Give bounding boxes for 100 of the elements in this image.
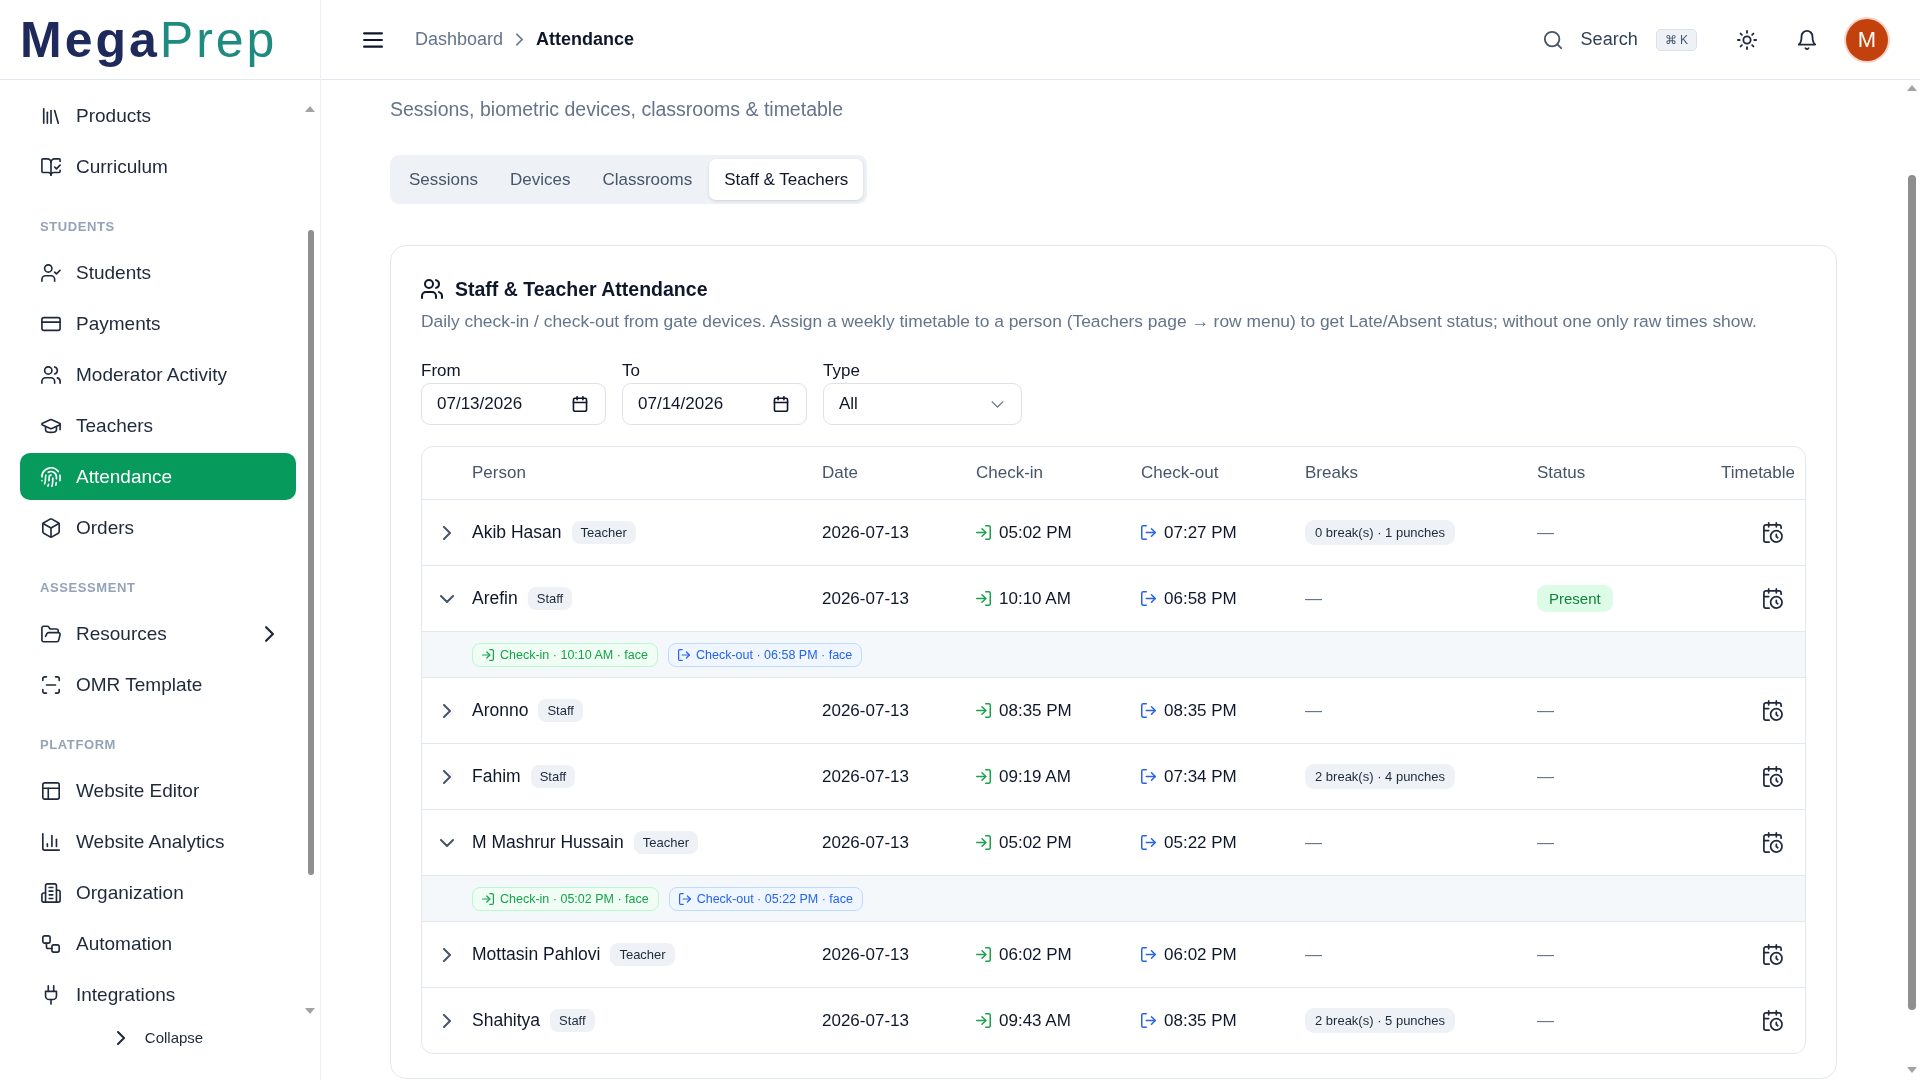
- sidebar-item[interactable]: Website Analytics: [20, 818, 296, 865]
- sidebar-item[interactable]: OMR Template: [20, 661, 296, 708]
- book-icon: [41, 156, 61, 177]
- chevron-right-icon[interactable]: [443, 525, 451, 540]
- fingerprint-icon: [41, 466, 61, 487]
- calendar-clock-icon[interactable]: [1762, 1010, 1783, 1031]
- page-subtitle: Sessions, biometric devices, classrooms & timetable: [390, 97, 844, 122]
- sidebar-item[interactable]: Moderator Activity: [20, 351, 296, 398]
- person-name: Akib Hasan: [472, 522, 562, 543]
- calendar-clock-icon[interactable]: [1762, 766, 1783, 787]
- person-name: Fahim: [472, 766, 521, 787]
- person-name: M Mashrur Hussain: [472, 832, 624, 853]
- sidebar-item[interactable]: Website Editor: [20, 767, 296, 814]
- package-icon: [41, 517, 61, 538]
- check-in-time: 09:19 AM: [999, 766, 1071, 787]
- check-out-time: 06:02 PM: [1164, 944, 1237, 965]
- bell-icon[interactable]: [1797, 29, 1817, 50]
- check-in-time: 05:02 PM: [999, 832, 1072, 853]
- users-icon: [421, 278, 443, 300]
- date-text: 2026-07-13: [822, 1010, 909, 1031]
- breadcrumb-link[interactable]: Dashboard: [415, 29, 504, 50]
- arrow-in-icon: [976, 769, 991, 784]
- calendar-clock-icon[interactable]: [1762, 832, 1783, 853]
- sidebar-item[interactable]: Integrations: [20, 971, 296, 1018]
- tab[interactable]: Sessions: [394, 159, 493, 200]
- layout-icon: [41, 780, 61, 801]
- field-label: From: [421, 361, 462, 381]
- sun-icon[interactable]: [1737, 29, 1757, 50]
- date-field[interactable]: 07/13/2026: [421, 383, 606, 425]
- arrow-in-icon: [976, 947, 991, 962]
- person-name: Aronno: [472, 700, 529, 721]
- avatar[interactable]: M: [1846, 18, 1888, 61]
- breaks-badge: 2 break(s) · 5 punches: [1305, 1008, 1456, 1033]
- calendar-clock-icon[interactable]: [1762, 522, 1783, 543]
- books-icon: [41, 105, 61, 126]
- sidebar-item[interactable]: Organization: [20, 869, 296, 916]
- sidebar-item[interactable]: Attendance: [20, 453, 296, 500]
- status-text: —: [1537, 944, 1554, 965]
- chevron-right-icon[interactable]: [443, 703, 451, 718]
- calendar-clock-icon[interactable]: [1762, 944, 1783, 965]
- column-header: Check-in: [976, 463, 1044, 483]
- role-badge: Teacher: [571, 521, 636, 544]
- folder-icon: [41, 623, 61, 644]
- check-in-time: 10:10 AM: [999, 588, 1071, 609]
- punch-text: Check-out · 05:22 PM · face: [696, 891, 853, 906]
- breaks-text: —: [1305, 588, 1322, 609]
- date-text: 2026-07-13: [822, 588, 909, 609]
- scrollbar-thumb[interactable]: [308, 230, 314, 875]
- calendar-clock-icon[interactable]: [1762, 588, 1783, 609]
- arrow-in-icon: [976, 703, 991, 718]
- field-label: To: [622, 361, 641, 381]
- arrow-in-icon: [976, 591, 991, 606]
- sidebar-item[interactable]: Automation: [20, 920, 296, 967]
- shortcut-key: ⌘ K: [1655, 28, 1697, 51]
- sidebar-item[interactable]: Resources: [20, 610, 296, 657]
- chevron-right-icon[interactable]: [443, 947, 451, 962]
- check-out-time: 07:27 PM: [1164, 522, 1237, 543]
- date-text: 2026-07-13: [822, 832, 909, 853]
- arrow-in-icon: [976, 1013, 991, 1028]
- calendar-clock-icon[interactable]: [1762, 700, 1783, 721]
- sidebar-item[interactable]: Curriculum: [20, 143, 296, 190]
- collapse-button[interactable]: Collapse: [116, 1029, 204, 1046]
- status-text: —: [1537, 832, 1554, 853]
- sidebar-item[interactable]: Orders: [20, 504, 296, 551]
- tab[interactable]: Classrooms: [587, 159, 708, 200]
- chevron-down-icon[interactable]: [440, 594, 454, 603]
- date-field[interactable]: 07/14/2026: [622, 383, 807, 425]
- check-in-time: 05:02 PM: [999, 522, 1072, 543]
- logo: MegaPrep: [20, 14, 278, 65]
- chevron-down-icon[interactable]: [440, 838, 454, 847]
- column-header: Breaks: [1305, 463, 1358, 483]
- check-out-time: 06:58 PM: [1164, 588, 1237, 609]
- check-out-time: 05:22 PM: [1164, 832, 1237, 853]
- date-text: 2026-07-13: [822, 766, 909, 787]
- breaks-text: —: [1305, 832, 1322, 853]
- punch-text: Check-in · 10:10 AM · face: [500, 647, 648, 662]
- search-button[interactable]: Search: [1542, 29, 1638, 50]
- scrollbar-thumb[interactable]: [1908, 175, 1916, 1010]
- card-description: Daily check-in / check-out from gate devices. Assign a weekly timetable to a person (Teachers page → row menu) to get Late/Absent status; without one only raw times show.: [421, 310, 1758, 333]
- chevron-right-icon[interactable]: [443, 769, 451, 784]
- chevron-right-icon[interactable]: [265, 625, 274, 642]
- type-select[interactable]: All: [823, 383, 1022, 425]
- calendar-icon: [773, 396, 789, 412]
- date-text: 2026-07-13: [822, 522, 909, 543]
- role-badge: Teacher: [610, 943, 675, 966]
- breaks-badge: 2 break(s) · 4 punches: [1305, 764, 1456, 789]
- sidebar-item[interactable]: Students: [20, 249, 296, 296]
- tab[interactable]: Staff & Teachers: [709, 159, 864, 200]
- sidebar-item[interactable]: Teachers: [20, 402, 296, 449]
- check-out-time: 08:35 PM: [1164, 700, 1237, 721]
- menu-icon[interactable]: [363, 31, 383, 48]
- tab[interactable]: Devices: [495, 159, 586, 200]
- chevron-right-icon[interactable]: [443, 1013, 451, 1028]
- role-badge: Staff: [538, 699, 583, 722]
- sidebar-item[interactable]: Products: [20, 92, 296, 139]
- sidebar-item[interactable]: Payments: [20, 300, 296, 347]
- status-text: —: [1537, 700, 1554, 721]
- bar-chart-icon: [41, 831, 61, 852]
- breaks-text: —: [1305, 944, 1322, 965]
- column-header: Person: [472, 463, 526, 483]
